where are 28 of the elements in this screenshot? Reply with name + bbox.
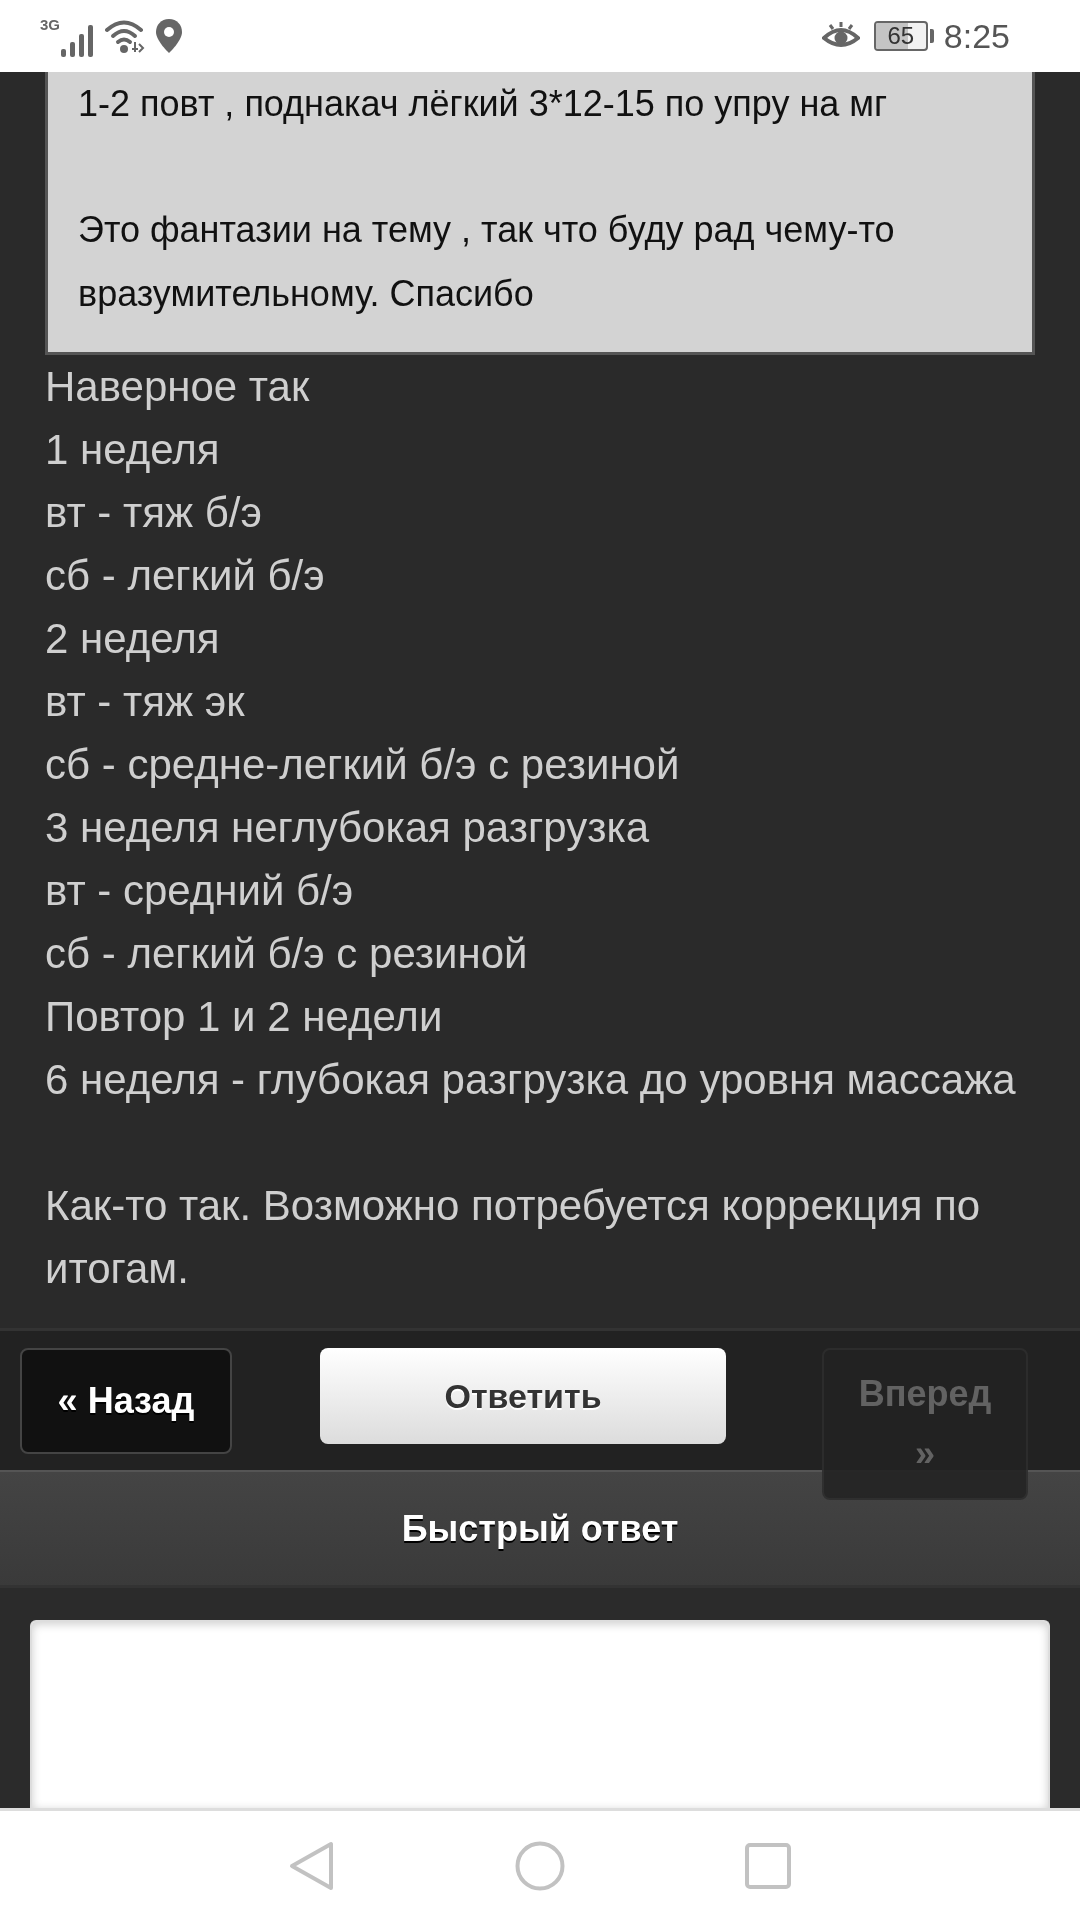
network-type-label: 3G (40, 17, 60, 32)
post-text-line: 6 неделя - глубокая разгрузка до уровня массажа (45, 1055, 1017, 1105)
post-text-line: Как-то так. Возможно потребуется коррекция по итогам. (45, 1181, 982, 1294)
post-text-line: вт - средний б/э (45, 866, 355, 916)
post-text-line: вт - тяж б/э (45, 488, 263, 538)
home-icon[interactable] (515, 1840, 565, 1891)
back-button[interactable]: « Назад (20, 1348, 232, 1454)
signal-strength-icon (61, 23, 95, 57)
quote-paragraph: 1-2 повт , поднакач лёгкий 3*12-15 по упру на мг (78, 82, 889, 126)
recents-icon[interactable] (745, 1842, 791, 1889)
location-pin-icon (155, 18, 183, 54)
post-text-line: 2 неделя (45, 614, 221, 664)
post-text-line: Повтор 1 и 2 недели (45, 992, 444, 1042)
quick-reply-title: Быстрый ответ (401, 1506, 679, 1551)
post-text-line: 1 неделя (45, 425, 221, 475)
reply-textarea[interactable] (30, 1620, 1050, 1808)
post-text-line: сб - легкий б/э (45, 551, 326, 601)
post-text-line: вт - тяж эк (45, 677, 246, 727)
wifi-icon (105, 18, 145, 54)
reply-button[interactable]: Ответить (320, 1348, 726, 1444)
post-text-line: 3 неделя неглубокая разгрузка (45, 803, 651, 853)
post-text-line: сб - легкий б/э с резиной (45, 929, 529, 979)
clock-time: 8:25 (943, 16, 1010, 56)
quote-paragraph: Это фантазии на тему , так что буду рад чему-то вразумительному. Спасибо (78, 208, 896, 316)
battery-level-text: 65 (886, 23, 916, 49)
post-text-line: Наверное так (45, 362, 311, 412)
back-icon[interactable] (289, 1840, 335, 1891)
post-text-line: сб - средне-легкий б/э с резиной (45, 740, 681, 790)
